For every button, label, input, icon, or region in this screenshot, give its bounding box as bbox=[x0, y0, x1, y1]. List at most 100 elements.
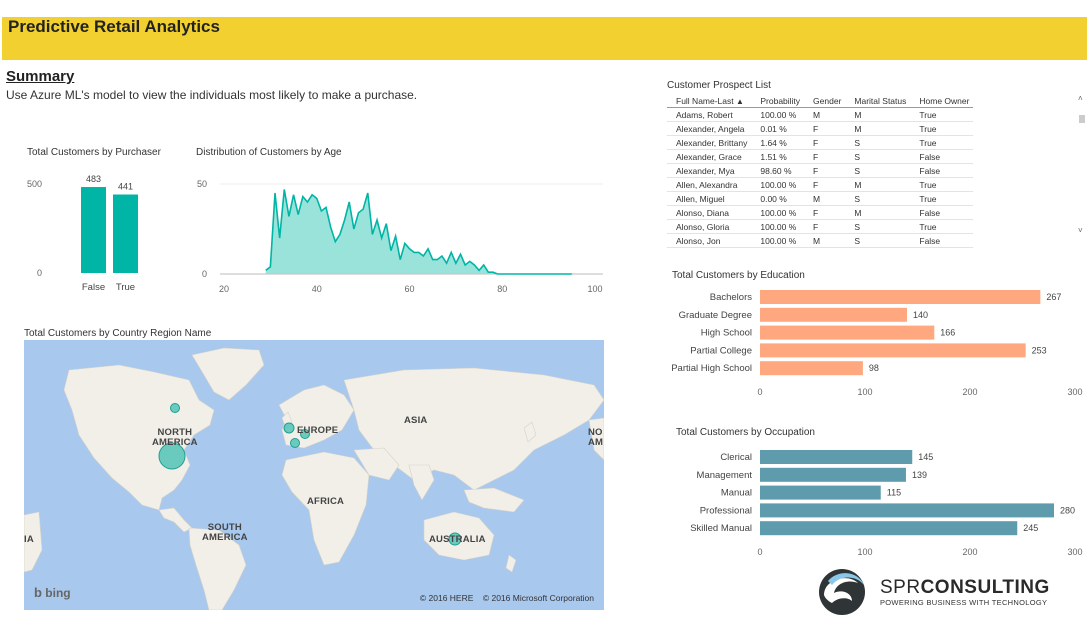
column-header-marital-status[interactable]: Marital Status bbox=[845, 95, 911, 108]
category-label: Skilled Manual bbox=[690, 523, 752, 534]
bubble-france[interactable] bbox=[290, 438, 300, 448]
cell-home-owner: True bbox=[910, 177, 974, 192]
category-label: Clerical bbox=[720, 452, 752, 463]
table-row[interactable]: Alonso, Jon 100.00 % M S False bbox=[667, 233, 974, 248]
x-tick-label: 200 bbox=[962, 387, 977, 397]
land-greenland bbox=[191, 347, 265, 401]
bar-professional[interactable] bbox=[760, 503, 1054, 518]
bar-manual[interactable] bbox=[760, 485, 881, 500]
cell-name: Alonso, Diana bbox=[667, 205, 752, 220]
bar-high-school[interactable] bbox=[760, 325, 935, 340]
scroll-up-icon[interactable]: ˄ bbox=[1078, 94, 1083, 103]
cell-marital-status: M bbox=[845, 121, 911, 136]
bar-clerical[interactable] bbox=[760, 450, 913, 464]
data-label: 483 bbox=[86, 174, 101, 184]
bubble-united-kingdom[interactable] bbox=[283, 422, 295, 434]
table-row[interactable]: Alexander, Grace 1.51 % F S False bbox=[667, 149, 974, 164]
cell-name: Alexander, Brittany bbox=[667, 135, 752, 150]
land-new-zealand bbox=[505, 554, 517, 573]
bar-partial-college[interactable] bbox=[760, 343, 1026, 358]
table-row[interactable]: Alexander, Brittany 1.64 % F S True bbox=[667, 135, 974, 150]
cell-home-owner: False bbox=[910, 233, 974, 248]
table-row[interactable]: Alexander, Mya 98.60 % F S False bbox=[667, 163, 974, 178]
table-row[interactable]: Alonso, Diana 100.00 % F M False bbox=[667, 205, 974, 220]
cell-probability: 0.01 % bbox=[751, 121, 805, 136]
cell-name: Adams, Robert bbox=[667, 107, 752, 122]
map-label-europe: EUROPE bbox=[297, 425, 339, 436]
cell-name: Alexander, Angela bbox=[667, 121, 752, 136]
cell-name: Allen, Miguel bbox=[667, 191, 752, 206]
x-tick-label: 40 bbox=[312, 284, 322, 294]
occupation-chart[interactable]: 0 100 200 300 Clerical 145 Management 139 Manual… bbox=[665, 445, 1085, 557]
cell-home-owner: False bbox=[910, 163, 974, 178]
land-central-america bbox=[158, 507, 193, 533]
x-tick-label: 100 bbox=[857, 387, 872, 397]
category-label: Management bbox=[697, 470, 753, 481]
bar-management[interactable] bbox=[760, 467, 906, 482]
cell-probability: 100.00 % bbox=[751, 205, 805, 220]
bar-bachelors[interactable] bbox=[760, 290, 1041, 304]
map-label-australia: AUSTRALIA bbox=[429, 534, 486, 545]
bing-logo[interactable]: b bing bbox=[34, 585, 71, 600]
age-chart[interactable]: 0 50 20 40 60 80 100 bbox=[190, 165, 605, 300]
x-tick-label: 300 bbox=[1067, 387, 1082, 397]
data-label: 441 bbox=[118, 182, 133, 192]
bubble-canada[interactable] bbox=[170, 403, 180, 413]
cell-probability: 100.00 % bbox=[751, 219, 805, 234]
bar-partial-high-school[interactable] bbox=[760, 361, 863, 376]
column-header-gender[interactable]: Gender bbox=[804, 95, 846, 108]
column-header-name[interactable]: Full Name-Last ▲ bbox=[667, 95, 752, 108]
map-copyright[interactable]: © 2016 HERE © 2016 Microsoft Corporation bbox=[420, 593, 594, 603]
education-chart-title: Total Customers by Education bbox=[672, 270, 805, 281]
cell-probability: 100.00 % bbox=[751, 233, 805, 248]
age-area bbox=[265, 189, 572, 274]
land-africa bbox=[281, 451, 370, 566]
table-scrollbar[interactable]: ˄ ˅ bbox=[1078, 94, 1086, 240]
data-label: 166 bbox=[940, 328, 955, 338]
table-row[interactable]: Adams, Robert 100.00 % M M True bbox=[667, 107, 974, 122]
bar-graduate-degree[interactable] bbox=[760, 307, 907, 322]
x-tick-label: 200 bbox=[962, 547, 977, 557]
data-label: 115 bbox=[887, 488, 901, 498]
category-label: Partial High School bbox=[671, 363, 752, 374]
cell-probability: 98.60 % bbox=[751, 163, 805, 178]
x-tick-label: 80 bbox=[497, 284, 507, 294]
cell-gender: F bbox=[804, 219, 846, 234]
sort-ascending-icon[interactable]: ▲ bbox=[736, 97, 744, 106]
y-tick-label: 50 bbox=[197, 179, 207, 189]
map-label-north-america-edge: NO AM bbox=[588, 427, 604, 448]
x-tick-label: 100 bbox=[587, 284, 602, 294]
data-label: 267 bbox=[1046, 292, 1061, 302]
column-header-probability[interactable]: Probability bbox=[751, 95, 805, 108]
cell-gender: M bbox=[804, 191, 846, 206]
table-row[interactable]: Allen, Miguel 0.00 % M S True bbox=[667, 191, 974, 206]
category-label: Partial College bbox=[690, 345, 752, 356]
data-label: 245 bbox=[1023, 523, 1038, 533]
land-se-asia bbox=[463, 487, 525, 513]
scroll-thumb[interactable] bbox=[1079, 115, 1085, 123]
spr-swirl-icon bbox=[819, 569, 865, 615]
cell-home-owner: False bbox=[910, 149, 974, 164]
education-chart[interactable]: 0 100 200 300 Bachelors 267 Graduate Degree 140… bbox=[665, 285, 1085, 397]
cell-probability: 1.64 % bbox=[751, 135, 805, 150]
x-tick-label: 100 bbox=[857, 547, 872, 557]
world-map[interactable]: NORTH AMERICA EUROPE ASIA AFRICA SOUTH A… bbox=[24, 340, 604, 610]
bar-true[interactable] bbox=[113, 194, 138, 273]
age-chart-title: Distribution of Customers by Age bbox=[196, 147, 342, 158]
logo-name: SPRCONSULTING bbox=[880, 577, 1050, 598]
map-label-north-america: NORTH AMERICA bbox=[152, 427, 198, 448]
purchaser-chart[interactable]: 0 500 483 False 441 True bbox=[20, 165, 180, 300]
column-header-home-owner[interactable]: Home Owner bbox=[910, 95, 974, 108]
occupation-chart-title: Total Customers by Occupation bbox=[676, 427, 815, 438]
bar-false[interactable] bbox=[81, 187, 106, 273]
cell-gender: F bbox=[804, 163, 846, 178]
table-row[interactable]: Alexander, Angela 0.01 % F M True bbox=[667, 121, 974, 136]
cell-marital-status: S bbox=[845, 233, 911, 248]
cell-gender: M bbox=[804, 107, 846, 122]
cell-gender: F bbox=[804, 135, 846, 150]
bar-skilled-manual[interactable] bbox=[760, 521, 1018, 536]
map-label-asia: ASIA bbox=[404, 415, 428, 426]
table-row[interactable]: Allen, Alexandra 100.00 % F M True bbox=[667, 177, 974, 192]
scroll-down-icon[interactable]: ˅ bbox=[1078, 226, 1083, 235]
table-row[interactable]: Alonso, Gloria 100.00 % F S True bbox=[667, 219, 974, 234]
